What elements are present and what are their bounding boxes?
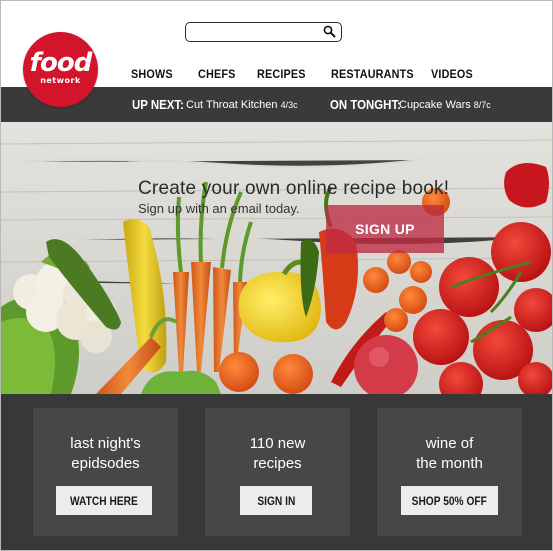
watch-here-button[interactable]: WATCH HERE [56,486,152,515]
shop-50-off-button[interactable]: SHOP 50% OFF [401,486,498,515]
sign-in-label: SIGN IN [257,493,295,508]
search-icon[interactable] [323,25,336,38]
up-next-show[interactable]: Cut Throat Kitchen 4/3c [186,99,298,111]
promo-card-text: last night's epidsodes [33,434,178,474]
promo-line-2: epidsodes [71,455,140,472]
promo-card-episodes: last night's epidsodes WATCH HERE [33,408,178,536]
logo-word: food [29,47,93,78]
page-frame: SHOWS CHEFS RECIPES RESTAURANTS VIDEOS f… [0,0,553,551]
vegetables-photo [1,122,552,394]
hero-headline: Create your own online recipe book! [138,178,450,199]
nav-item-chefs[interactable]: CHEFS [198,67,236,81]
promo-card-text: wine of the month [377,434,522,474]
tonight-show[interactable]: Cupcake Wars 8/7c [399,99,491,111]
promo-line-1: 110 new [249,435,306,452]
search-input[interactable] [185,22,342,42]
tonight-show-title: Cupcake Wars [399,99,471,111]
nav-item-restaurants[interactable]: RESTAURANTS [331,67,414,81]
sign-in-button[interactable]: SIGN IN [240,486,312,515]
hero-banner: Create your own online recipe book! Sign… [1,122,552,394]
hero-subtext: Sign up with an email today. [138,201,300,216]
tonight-time: 8/7c [473,100,491,110]
food-network-logo[interactable]: food network [23,32,98,107]
nav-item-shows[interactable]: SHOWS [131,67,173,81]
watch-here-label: WATCH HERE [70,493,138,508]
promo-card-wine: wine of the month SHOP 50% OFF [377,408,522,536]
nav-item-recipes[interactable]: RECIPES [257,67,306,81]
up-next-time: 4/3c [280,100,298,110]
promo-line-1: last night's [70,435,141,452]
promo-card-recipes: 110 new recipes SIGN IN [205,408,350,536]
nav-item-videos[interactable]: VIDEOS [431,67,473,81]
promo-line-1: wine of [425,435,474,452]
up-next-label: UP NEXT: [132,97,184,112]
sign-up-label: SIGN UP [355,221,415,237]
promo-card-text: 110 new recipes [205,434,350,474]
up-next-show-title: Cut Throat Kitchen [186,99,278,111]
promo-line-2: recipes [253,455,302,472]
promo-line-2: the month [416,455,483,472]
tonight-label: ON TONGHT: [330,97,401,112]
sign-up-button[interactable]: SIGN UP [326,205,444,253]
promo-section: last night's epidsodes WATCH HERE 110 ne… [1,394,552,550]
logo-sub: network [40,75,81,85]
shop-50-off-label: SHOP 50% OFF [411,493,488,508]
